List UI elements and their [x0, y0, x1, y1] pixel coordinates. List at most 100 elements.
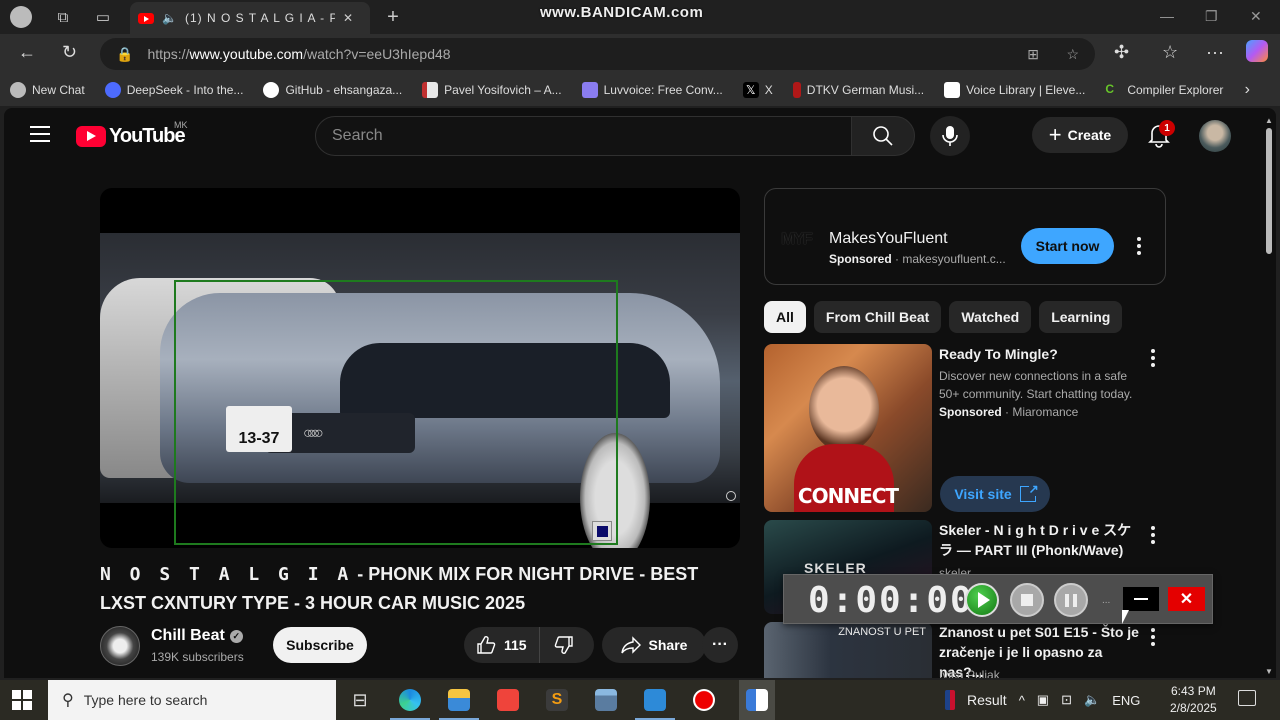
pause-button[interactable] — [1054, 583, 1088, 617]
new-tab-icon[interactable]: + — [382, 6, 404, 28]
chip-from-chill-beat[interactable]: From Chill Beat — [813, 301, 942, 333]
volume-icon[interactable]: 🔈 — [1084, 692, 1100, 708]
share-button[interactable]: Share — [602, 627, 706, 663]
task-view-icon[interactable]: ⊟ — [346, 686, 374, 714]
calculator-icon[interactable] — [592, 686, 620, 714]
thumbnail-text: CONNECT — [797, 484, 899, 508]
system-clock[interactable]: 6:43 PM 2/8/2025 — [1170, 683, 1217, 717]
bookmark-dtkv[interactable]: DTKV German Musi... — [792, 82, 924, 98]
channel-avatar[interactable] — [100, 626, 140, 666]
bookmark-new-chat[interactable]: New Chat — [10, 82, 85, 98]
tray-result-label[interactable]: Result — [967, 692, 1007, 708]
more-actions-button[interactable]: ··· — [702, 627, 738, 663]
page-scrollbar[interactable]: ▲ ▼ — [1262, 116, 1276, 676]
bookmark-deepseek[interactable]: DeepSeek - Into the... — [104, 82, 243, 98]
search-button[interactable] — [851, 116, 915, 156]
network-icon[interactable]: ⊡ — [1061, 692, 1072, 708]
recommendation-thumbnail[interactable]: ZNANOST U PET — [764, 622, 932, 678]
meet-now-icon[interactable]: ▣ — [1037, 692, 1049, 708]
remote-desktop-icon[interactable] — [635, 686, 675, 720]
windows-start-icon[interactable] — [12, 690, 32, 710]
close-window-icon[interactable]: ✕ — [1250, 8, 1262, 25]
sublime-text-icon[interactable]: S — [543, 686, 571, 714]
scroll-up-icon[interactable]: ▲ — [1265, 116, 1273, 125]
recommendation-thumbnail[interactable]: CONNECT — [764, 344, 932, 512]
speaker-icon[interactable]: 🔈 — [162, 11, 177, 25]
bandicam-record-icon[interactable] — [690, 686, 718, 714]
profile-icon[interactable] — [10, 6, 32, 28]
extensions-icon[interactable]: ✣ — [1114, 42, 1129, 63]
subscribe-button[interactable]: Subscribe — [273, 627, 367, 663]
recommendation-channel[interactable]: Ivica Puljak — [939, 666, 1149, 678]
start-now-button[interactable]: Start now — [1021, 228, 1114, 264]
channel-name[interactable]: Chill Beat ✓ — [151, 627, 243, 645]
youtube-favicon-icon — [138, 12, 154, 24]
chevron-up-icon[interactable]: ^ — [1019, 693, 1025, 708]
chip-all[interactable]: All — [764, 301, 806, 333]
chip-watched[interactable]: Watched — [949, 301, 1032, 333]
favorites-icon[interactable]: ☆ — [1162, 42, 1178, 63]
video-frame: ○○○○ 13-37 — [100, 233, 740, 548]
edge-icon[interactable] — [390, 686, 430, 720]
stop-button[interactable] — [1010, 583, 1044, 617]
app-window-icon[interactable] — [739, 680, 775, 720]
bookmark-github[interactable]: GitHub - ehsangaza... — [263, 82, 402, 98]
chip-learning[interactable]: Learning — [1039, 301, 1123, 333]
account-avatar[interactable] — [1199, 120, 1231, 152]
language-indicator[interactable]: ENG — [1112, 693, 1140, 708]
url-bar[interactable]: 🔒 https://www.youtube.com/watch?v=eeU3hI… — [100, 38, 1095, 70]
chevron-right-icon[interactable]: › — [1245, 81, 1250, 99]
recommendation-title[interactable]: Ready To Mingle? — [939, 344, 1144, 364]
action-center-icon[interactable] — [1238, 690, 1256, 706]
luvvoice-icon — [581, 82, 598, 98]
favorite-star-icon[interactable]: ☆ — [1066, 46, 1079, 63]
bookmarks-bar: New Chat DeepSeek - Into the... GitHub -… — [0, 74, 1280, 106]
bookmark-luvvoice[interactable]: Luvvoice: Free Conv... — [581, 82, 723, 98]
search-icon — [873, 126, 893, 146]
file-explorer-icon[interactable] — [439, 686, 479, 720]
tab-actions-icon[interactable]: ▭ — [92, 6, 114, 28]
advertiser-name: MakesYouFluent — [829, 230, 948, 247]
bookmark-pavel[interactable]: Pavel Yosifovich – A... — [422, 82, 562, 98]
create-button[interactable]: + Create — [1032, 117, 1128, 153]
app-available-icon[interactable]: ⊞ — [1027, 46, 1039, 63]
record-play-button[interactable] — [965, 583, 999, 617]
bandicam-close-button[interactable]: ✕ — [1168, 587, 1205, 611]
refresh-icon[interactable]: ↻ — [62, 42, 77, 63]
taskbar-search-input[interactable]: ⚲ Type here to search — [48, 680, 336, 720]
menu-icon[interactable] — [30, 126, 50, 142]
bookmark-x[interactable]: 𝕏X — [742, 82, 773, 98]
video-player[interactable]: ○○○○ 13-37 — [100, 188, 740, 548]
ad-options-icon[interactable] — [1137, 237, 1141, 255]
search-input[interactable]: Search — [315, 116, 852, 156]
recommendation-title[interactable]: Skeler - N i g h t D r i v e スケラ — PART … — [939, 520, 1144, 560]
voice-search-button[interactable] — [930, 116, 970, 156]
workspaces-icon[interactable]: ⧉ — [52, 6, 74, 28]
copilot-icon[interactable] — [1246, 40, 1268, 62]
notification-badge: 1 — [1159, 120, 1175, 136]
anydesk-icon[interactable] — [494, 686, 522, 714]
minimize-window-icon[interactable]: — — [1160, 8, 1174, 24]
browser-tab[interactable]: 🔈 (1) N O S T A L G I A - PH ✕ — [130, 2, 370, 34]
sponsored-ad-card[interactable]: MYF MakesYouFluent Sponsored · makesyouf… — [764, 188, 1166, 285]
widget-handle-icon[interactable]: ... — [1102, 595, 1110, 606]
back-icon[interactable]: ← — [18, 42, 36, 63]
like-button[interactable]: 115 — [464, 627, 540, 663]
visit-site-button[interactable]: Visit site ↗ — [940, 476, 1050, 512]
bookmark-compiler-explorer[interactable]: C Compiler Explorer — [1105, 82, 1223, 98]
lock-icon[interactable]: 🔒 — [116, 46, 133, 63]
recommendation-options-icon[interactable] — [1151, 526, 1155, 544]
recommendation-options-icon[interactable] — [1151, 628, 1155, 646]
scroll-down-icon[interactable]: ▼ — [1265, 667, 1273, 676]
youtube-logo[interactable]: YouTube — [76, 125, 186, 148]
restore-window-icon[interactable]: ❐ — [1205, 8, 1218, 25]
scrollbar-thumb[interactable] — [1266, 128, 1272, 254]
bandicam-minimize-button[interactable] — [1123, 587, 1159, 611]
close-tab-icon[interactable]: ✕ — [343, 11, 353, 25]
bookmark-elevenlabs[interactable]: Voice Library | Eleve... — [944, 82, 1085, 98]
more-menu-icon[interactable]: ··· — [1206, 42, 1224, 63]
nba-icon[interactable] — [945, 690, 955, 710]
dislike-button[interactable] — [540, 627, 588, 663]
recommendation-options-icon[interactable] — [1151, 349, 1155, 367]
bandicam-recorder-widget[interactable]: 0:00:00 ... ✕ — [783, 574, 1213, 624]
